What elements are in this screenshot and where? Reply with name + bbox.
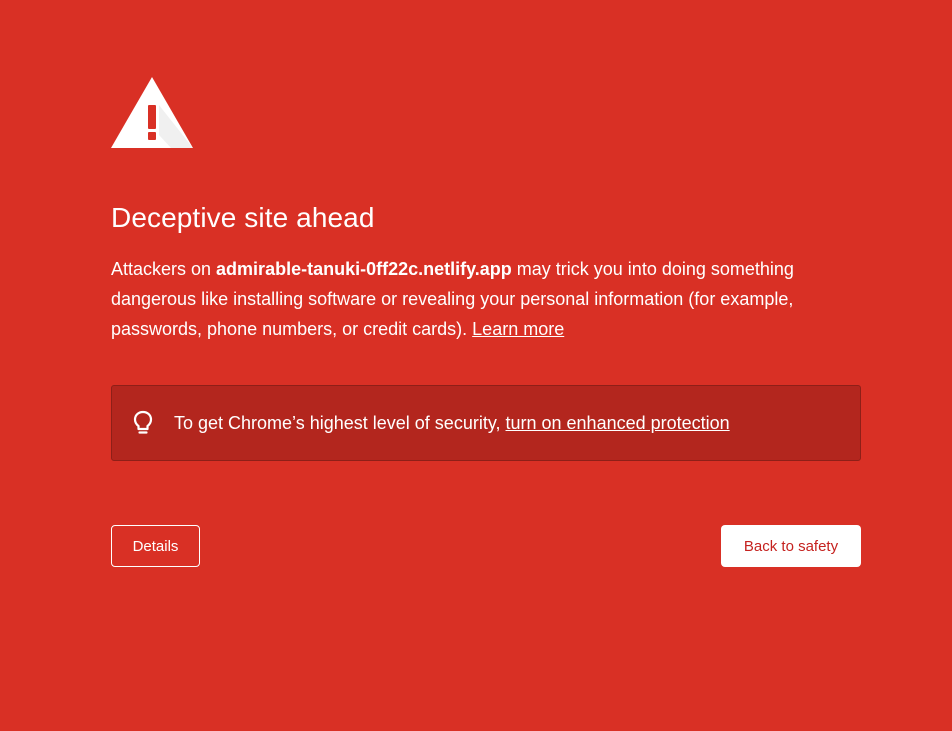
details-button[interactable]: Details bbox=[111, 525, 200, 567]
enhanced-protection-tip: To get Chrome’s highest level of securit… bbox=[111, 385, 861, 461]
lightbulb-icon bbox=[133, 410, 153, 434]
description-prefix: Attackers on bbox=[111, 259, 217, 279]
site-domain: admirable-tanuki-0ff22c.netlify.app bbox=[216, 259, 512, 279]
tip-message: To get Chrome’s highest level of securit… bbox=[174, 411, 730, 435]
warning-description: Attackers on admirable-tanuki-0ff22c.net… bbox=[111, 254, 851, 344]
learn-more-link[interactable]: Learn more bbox=[472, 319, 564, 339]
tip-label: To get Chrome’s highest level of securit… bbox=[174, 413, 506, 433]
warning-triangle-icon bbox=[111, 77, 193, 148]
back-to-safety-button[interactable]: Back to safety bbox=[721, 525, 861, 567]
interstitial-page: Deceptive site ahead Attackers on admira… bbox=[111, 77, 861, 567]
page-title: Deceptive site ahead bbox=[111, 202, 375, 233]
enhanced-protection-link[interactable]: turn on enhanced protection bbox=[506, 413, 730, 433]
